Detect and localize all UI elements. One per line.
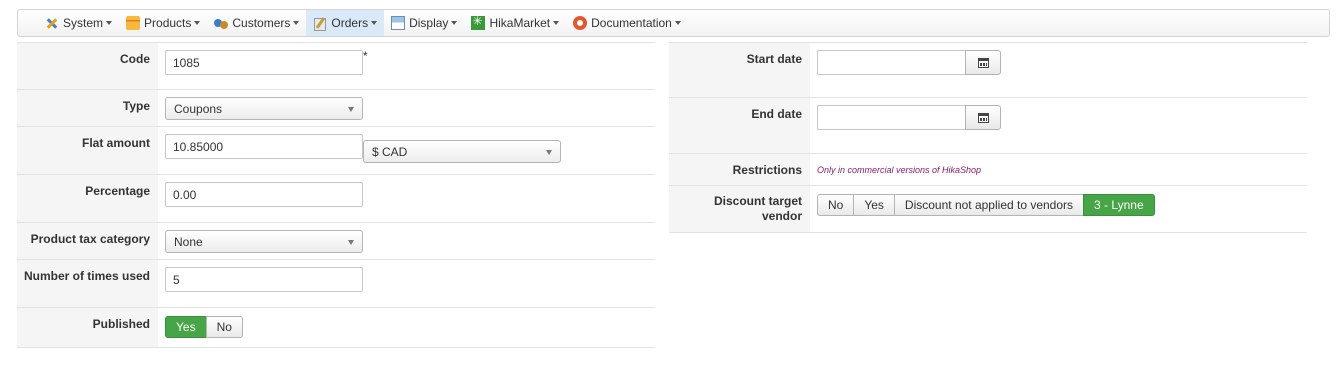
menu-products[interactable]: Products — [119, 10, 207, 36]
caret-down-icon — [293, 21, 300, 25]
menu-documentation[interactable]: Documentation — [566, 10, 688, 36]
menu-hikamarket-label: HikaMarket — [489, 16, 551, 30]
row-code: Code * — [17, 42, 655, 90]
tax-category-select[interactable]: None — [165, 230, 363, 253]
restrictions-label: Restrictions — [669, 154, 810, 185]
target-vendor-label-line1: Discount target — [713, 194, 802, 208]
target-vendor-not-applied-button[interactable]: Discount not applied to vendors — [893, 194, 1085, 216]
row-tax-category: Product tax category None — [17, 223, 655, 260]
row-target-vendor: Discount target vendor No Yes Discount n… — [669, 186, 1307, 233]
chevron-down-icon — [546, 150, 552, 155]
target-vendor-yes-button[interactable]: Yes — [853, 194, 895, 216]
caret-down-icon — [553, 21, 560, 25]
menu-products-label: Products — [144, 16, 192, 30]
tax-category-label: Product tax category — [17, 223, 158, 259]
chevron-down-icon — [348, 240, 354, 245]
caret-down-icon — [194, 21, 201, 25]
tax-category-select-value: None — [174, 234, 203, 249]
top-menu-bar: System Products Customers Orders Display… — [17, 9, 1330, 37]
times-used-label: Number of times used — [17, 260, 158, 307]
menu-display[interactable]: Display — [384, 10, 464, 36]
target-vendor-toggle: No Yes Discount not applied to vendors 3… — [817, 194, 1155, 216]
target-vendor-no-button[interactable]: No — [817, 194, 855, 216]
percentage-label: Percentage — [17, 175, 158, 222]
code-label: Code — [17, 43, 158, 89]
menu-system-label: System — [63, 16, 104, 30]
type-select[interactable]: Coupons — [165, 97, 363, 120]
percentage-input[interactable] — [165, 182, 363, 207]
calendar-icon — [977, 57, 989, 68]
end-date-label: End date — [669, 98, 810, 153]
products-icon — [126, 16, 141, 30]
discount-form-left: Code * Type Coupons Flat amount $ CAD Pe… — [17, 42, 655, 348]
caret-down-icon — [106, 21, 113, 25]
menu-customers-label: Customers — [232, 16, 291, 30]
calendar-icon — [977, 112, 989, 123]
published-yes-button[interactable]: Yes — [165, 316, 207, 338]
caret-down-icon — [674, 21, 681, 25]
row-end-date: End date — [669, 98, 1307, 154]
times-used-input[interactable] — [165, 267, 363, 292]
required-mark: * — [363, 49, 368, 63]
menu-documentation-label: Documentation — [591, 16, 672, 30]
orders-icon — [313, 16, 327, 31]
display-icon — [391, 16, 406, 30]
published-label: Published — [17, 308, 158, 347]
row-times-used: Number of times used — [17, 260, 655, 308]
code-input[interactable] — [165, 50, 363, 75]
menu-hikamarket[interactable]: HikaMarket — [464, 10, 566, 36]
type-label: Type — [17, 90, 158, 126]
lifebuoy-icon — [573, 16, 588, 30]
caret-down-icon — [451, 21, 458, 25]
tools-icon — [45, 16, 59, 30]
row-percentage: Percentage — [17, 175, 655, 223]
target-vendor-label-line2: vendor — [761, 209, 802, 223]
menu-system[interactable]: System — [38, 10, 119, 36]
customers-icon — [214, 16, 229, 30]
end-date-input[interactable] — [817, 105, 965, 130]
menu-display-label: Display — [409, 16, 449, 30]
row-start-date: Start date — [669, 42, 1307, 98]
target-vendor-label: Discount target vendor — [669, 186, 810, 232]
menu-orders[interactable]: Orders — [306, 10, 385, 36]
start-date-calendar-button[interactable] — [965, 50, 1001, 75]
start-date-input[interactable] — [817, 50, 965, 75]
chevron-down-icon — [348, 107, 354, 112]
menu-customers[interactable]: Customers — [207, 10, 306, 36]
currency-select-value: $ CAD — [372, 144, 408, 159]
discount-form-right: Start date End date Restrictions Only in… — [669, 42, 1307, 233]
published-no-button[interactable]: No — [205, 316, 243, 338]
target-vendor-lynne-button[interactable]: 3 - Lynne — [1083, 194, 1155, 216]
restrictions-note: Only in commercial versions of HikaShop — [817, 165, 982, 175]
row-published: Published Yes No — [17, 308, 655, 348]
menu-orders-label: Orders — [331, 16, 369, 30]
type-select-value: Coupons — [174, 101, 223, 116]
row-type: Type Coupons — [17, 90, 655, 127]
flat-amount-label: Flat amount — [17, 127, 158, 174]
currency-select[interactable]: $ CAD — [363, 140, 561, 163]
end-date-calendar-button[interactable] — [965, 105, 1001, 130]
hikamarket-icon — [471, 14, 486, 30]
caret-down-icon — [371, 21, 378, 25]
published-toggle: Yes No — [165, 316, 243, 338]
flat-amount-input[interactable] — [165, 134, 363, 159]
start-date-label: Start date — [669, 43, 810, 97]
row-flat-amount: Flat amount $ CAD — [17, 127, 655, 175]
row-restrictions: Restrictions Only in commercial versions… — [669, 154, 1307, 186]
